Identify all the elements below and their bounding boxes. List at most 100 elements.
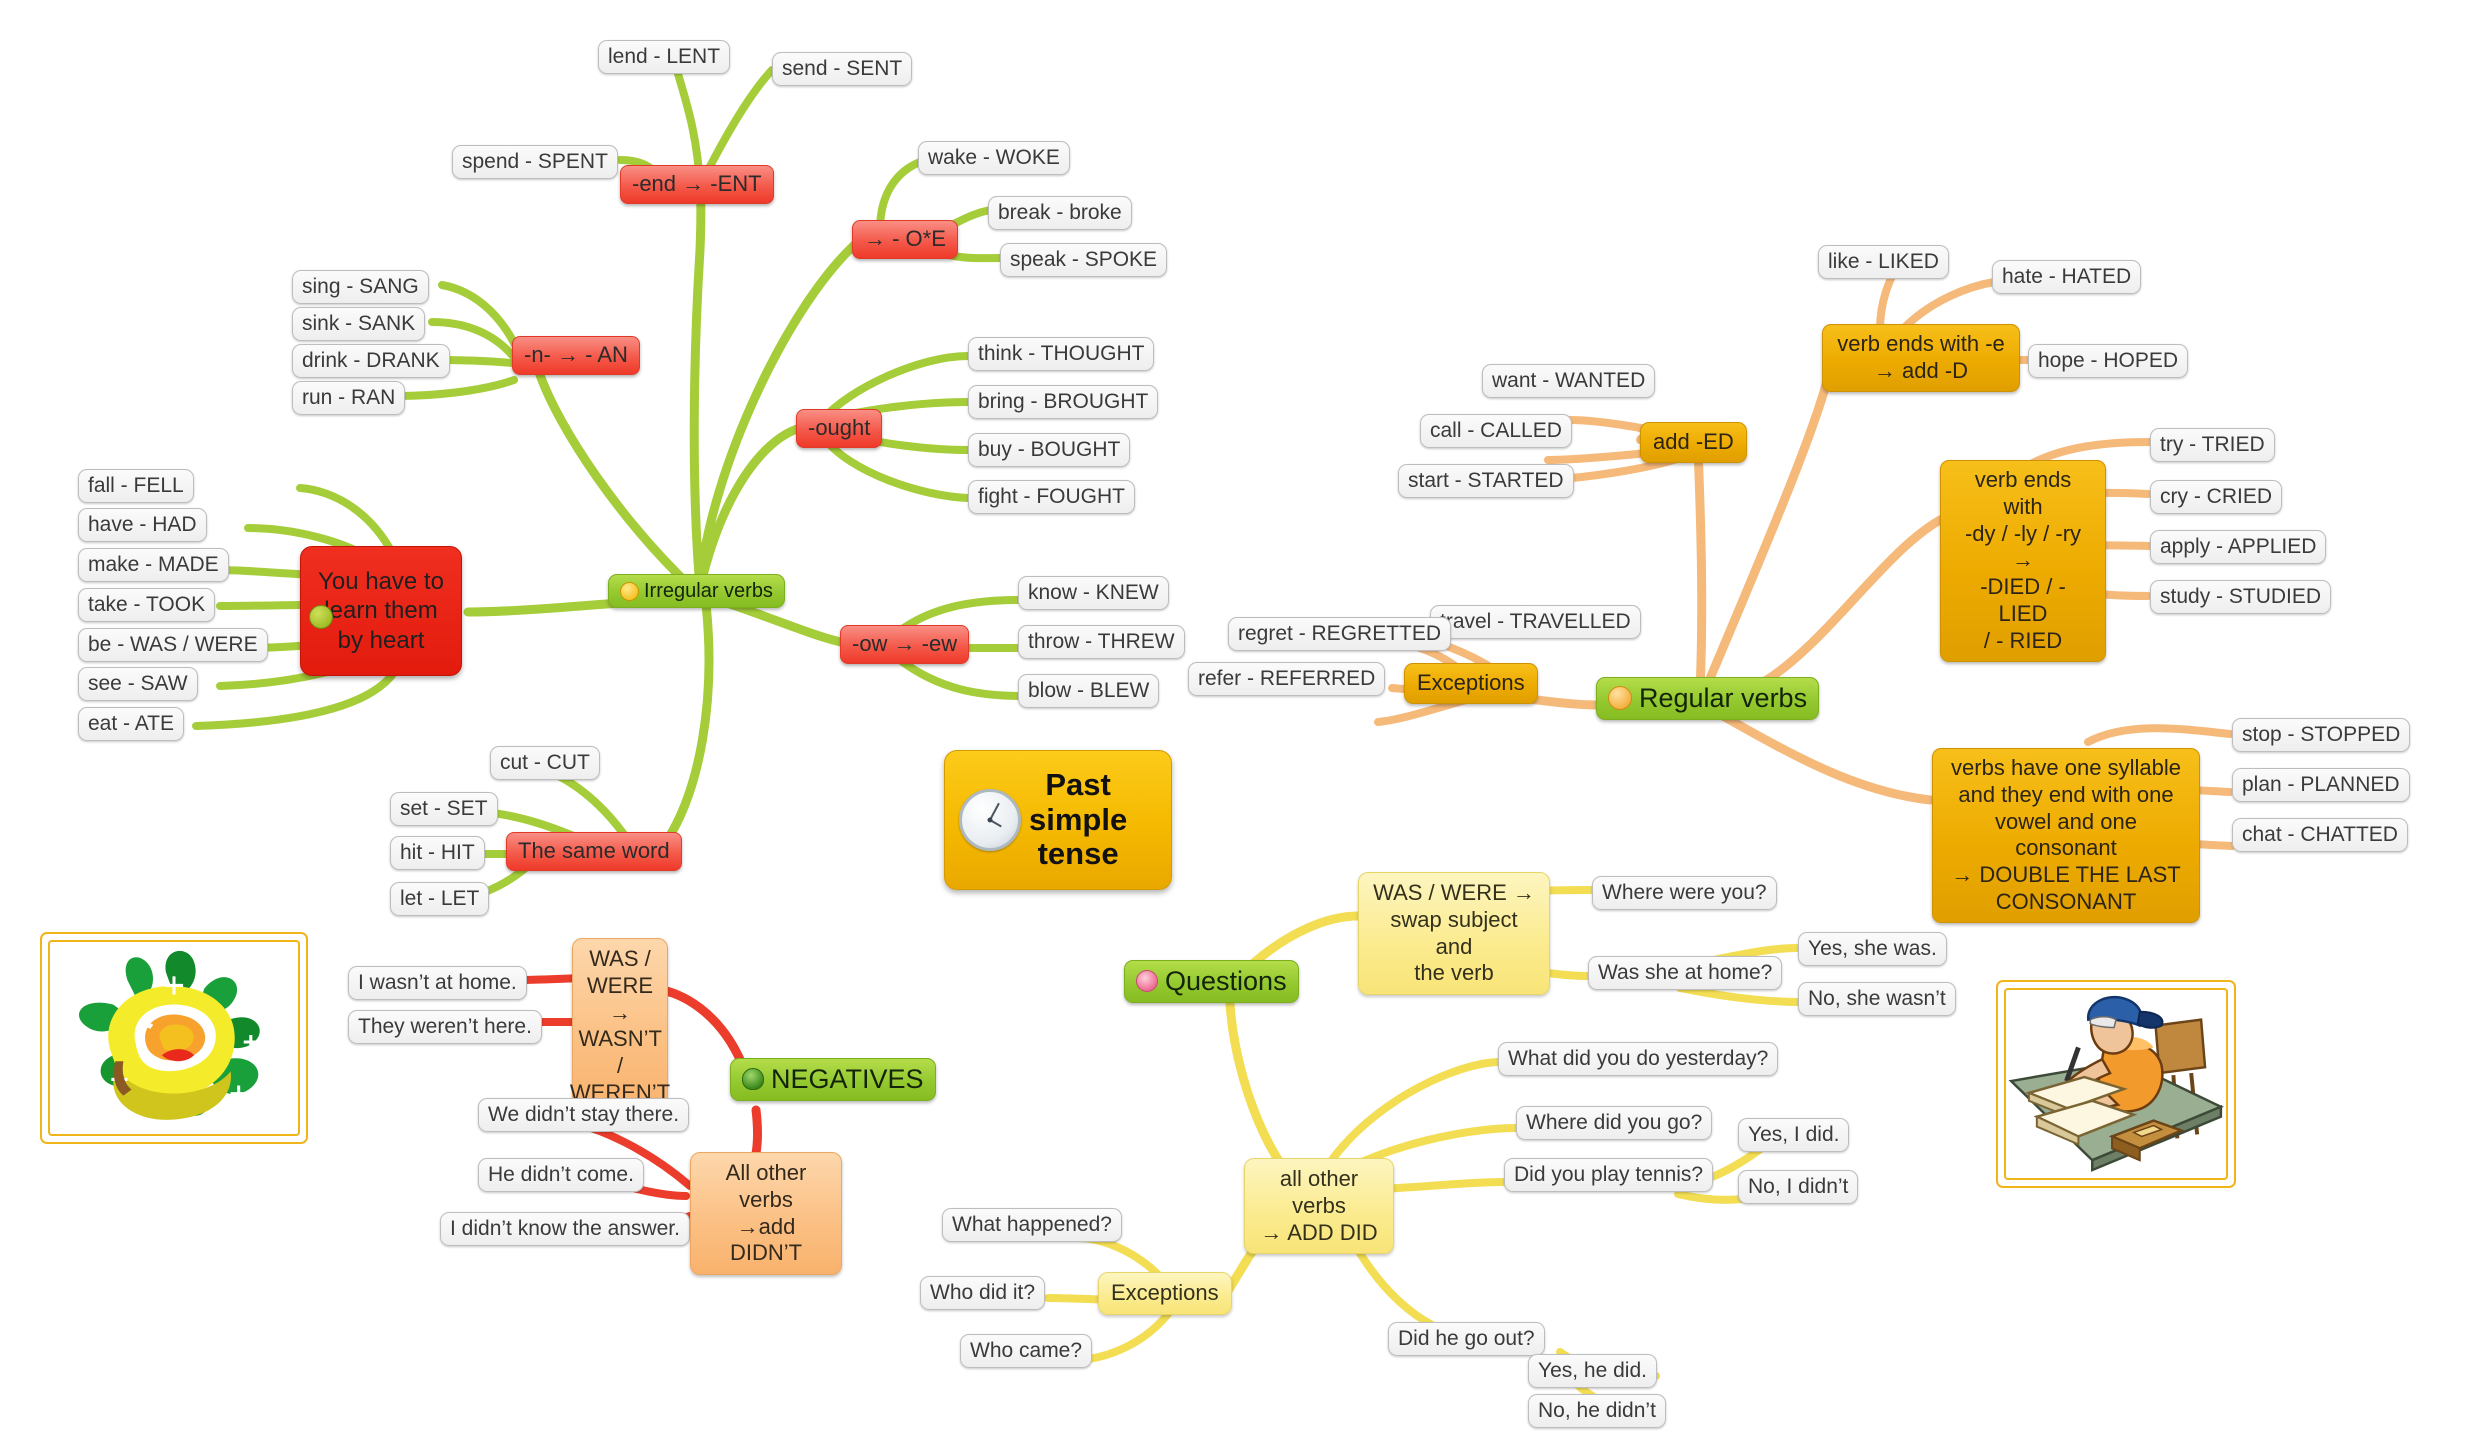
leaf-hope-hoped[interactable]: hope - HOPED xyxy=(2028,344,2189,378)
leaf-did-he-go-out[interactable]: Did he go out? xyxy=(1388,1322,1545,1356)
leaf-see-saw[interactable]: see - SAW xyxy=(78,667,198,701)
group-label-line3: WASN’T / xyxy=(578,1026,662,1079)
leaf-study-studied[interactable]: study - STUDIED xyxy=(2150,580,2332,614)
leaf-fight-fought[interactable]: fight - FOUGHT xyxy=(968,480,1136,514)
leaf-no-i-didnt[interactable]: No, I didn’t xyxy=(1738,1170,1859,1204)
leaf-they-werent-here[interactable]: They weren’t here. xyxy=(348,1010,542,1044)
leaf-yes-he-did[interactable]: Yes, he did. xyxy=(1528,1354,1657,1388)
leaf-what-did-you-do-yesterday[interactable]: What did you do yesterday? xyxy=(1498,1042,1779,1076)
group-end-ent[interactable]: -end → -ENT xyxy=(620,165,774,204)
leaf-have-had[interactable]: have - HAD xyxy=(78,508,207,542)
leaf-let-let[interactable]: let - LET xyxy=(390,882,490,916)
leaf-who-came[interactable]: Who came? xyxy=(960,1334,1093,1368)
branch-label: Questions xyxy=(1165,966,1287,996)
leaf-try-tried[interactable]: try - TRIED xyxy=(2150,428,2275,462)
clock-icon xyxy=(959,789,1021,851)
group-label-line2: and they end with one xyxy=(1958,781,2174,807)
tree-icon xyxy=(742,1068,764,1091)
group-ends-with-e[interactable]: verb ends with -e → add -D xyxy=(1822,324,2020,392)
leaf-travel-travelled[interactable]: travel - TRAVELLED xyxy=(1430,605,1641,639)
leaf-yes-i-did[interactable]: Yes, I did. xyxy=(1738,1118,1850,1152)
leaf-i-wasnt-at-home[interactable]: I wasn’t at home. xyxy=(348,966,527,1000)
root-label: Past simple tense xyxy=(1029,767,1128,872)
group-o-star-e[interactable]: → - O*E xyxy=(852,220,958,259)
group-was-were-wasnt-werent[interactable]: WAS / WERE → WASN’T / WEREN’T xyxy=(570,938,670,1115)
leaf-where-did-you-go[interactable]: Where did you go? xyxy=(1516,1106,1713,1140)
leaf-speak-spoke[interactable]: speak - SPOKE xyxy=(1000,243,1168,277)
root-label-line2: simple xyxy=(1029,801,1128,837)
branch-label: Irregular verbs xyxy=(644,580,773,602)
leaf-who-did-it[interactable]: Who did it? xyxy=(920,1276,1046,1310)
branch-regular-verbs[interactable]: Regular verbs xyxy=(1596,677,1820,720)
group-label-line1: You have to xyxy=(318,568,444,596)
leaf-blow-blew[interactable]: blow - BLEW xyxy=(1018,674,1160,708)
leaf-eat-ate[interactable]: eat - ATE xyxy=(78,707,184,741)
group-exceptions-regular[interactable]: Exceptions xyxy=(1404,663,1538,704)
leaf-refer-referred[interactable]: refer - REFERRED xyxy=(1188,662,1386,696)
group-ends-with-dy-ly-ry[interactable]: verb ends with -dy / -ly / -ry → -DIED /… xyxy=(1940,460,2106,662)
leaf-no-he-didnt[interactable]: No, he didn’t xyxy=(1528,1394,1666,1428)
leaf-chat-chatted[interactable]: chat - CHATTED xyxy=(2232,818,2408,852)
leaf-hate-hated[interactable]: hate - HATED xyxy=(1992,260,2142,294)
group-add-ed[interactable]: add -ED xyxy=(1640,422,1747,463)
student-clipart xyxy=(2004,988,2228,1180)
leaf-set-set[interactable]: set - SET xyxy=(390,792,498,826)
leaf-where-were-you[interactable]: Where were you? xyxy=(1592,876,1777,910)
leaf-fall-fell[interactable]: fall - FELL xyxy=(78,469,194,503)
leaf-apply-applied[interactable]: apply - APPLIED xyxy=(2150,530,2327,564)
leaf-yes-she-was[interactable]: Yes, she was. xyxy=(1798,932,1947,966)
leaf-what-happened[interactable]: What happened? xyxy=(942,1208,1122,1242)
leaf-break-broke[interactable]: break - broke xyxy=(988,196,1132,230)
branch-negatives[interactable]: NEGATIVES xyxy=(730,1058,936,1101)
leaf-know-knew[interactable]: know - KNEW xyxy=(1018,576,1169,610)
leaf-send-sent[interactable]: send - SENT xyxy=(772,52,913,86)
leaf-be-was-were[interactable]: be - WAS / WERE xyxy=(78,628,268,662)
leaf-regret-regretted[interactable]: regret - REGRETTED xyxy=(1228,617,1452,651)
leaf-cut-cut[interactable]: cut - CUT xyxy=(490,746,600,780)
group-all-other-verbs-add-did[interactable]: all other verbs → ADD DID xyxy=(1244,1158,1394,1255)
leaf-call-called[interactable]: call - CALLED xyxy=(1420,414,1572,448)
leaf-stop-stopped[interactable]: stop - STOPPED xyxy=(2232,718,2411,752)
leaf-did-you-play-tennis[interactable]: Did you play tennis? xyxy=(1504,1158,1714,1192)
leaf-run-ran[interactable]: run - RAN xyxy=(292,381,406,415)
leaf-i-didnt-know-the-answer[interactable]: I didn’t know the answer. xyxy=(440,1212,690,1246)
leaf-make-made[interactable]: make - MADE xyxy=(78,548,229,582)
group-exceptions-questions[interactable]: Exceptions xyxy=(1098,1272,1232,1315)
group-ow-ew[interactable]: -ow → -ew xyxy=(840,625,970,664)
group-same-word[interactable]: The same word xyxy=(506,832,682,871)
leaf-he-didnt-come[interactable]: He didn’t come. xyxy=(478,1158,644,1192)
leaf-lend-lent[interactable]: lend - LENT xyxy=(598,40,731,74)
group-label-line1: All other verbs xyxy=(725,1160,807,1212)
root-past-simple-tense[interactable]: Past simple tense xyxy=(944,750,1172,890)
sad-face-icon xyxy=(309,605,333,629)
group-n-an[interactable]: -n- → - AN xyxy=(512,336,640,375)
leaf-start-started[interactable]: start - STARTED xyxy=(1398,464,1574,498)
leaf-cry-cried[interactable]: cry - CRIED xyxy=(2150,480,2282,514)
group-all-other-verbs-didnt[interactable]: All other verbs →add DIDN’T xyxy=(690,1152,842,1276)
leaf-like-liked[interactable]: like - LIKED xyxy=(1818,245,1949,279)
leaf-wake-woke[interactable]: wake - WOKE xyxy=(918,141,1070,175)
leaf-was-she-at-home[interactable]: Was she at home? xyxy=(1588,956,1783,990)
branch-label: NEGATIVES xyxy=(771,1064,924,1094)
leaf-think-thought[interactable]: think - THOUGHT xyxy=(968,337,1155,371)
group-learn-by-heart[interactable]: You have to learn them by heart xyxy=(300,546,462,676)
leaf-want-wanted[interactable]: want - WANTED xyxy=(1482,364,1656,398)
leaf-spend-spent[interactable]: spend - SPENT xyxy=(452,145,618,179)
group-label-line4: → DOUBLE THE LAST xyxy=(1951,862,2181,888)
group-was-were-swap[interactable]: WAS / WERE → swap subject and the verb xyxy=(1358,872,1550,996)
leaf-we-didnt-stay-there[interactable]: We didn’t stay there. xyxy=(478,1098,690,1132)
leaf-hit-hit[interactable]: hit - HIT xyxy=(390,836,485,870)
leaf-buy-bought[interactable]: buy - BOUGHT xyxy=(968,433,1131,467)
leaf-no-she-wasnt[interactable]: No, she wasn’t xyxy=(1798,982,1956,1016)
group-ought[interactable]: -ought xyxy=(796,409,883,448)
leaf-sink-sank[interactable]: sink - SANK xyxy=(292,307,426,341)
leaf-bring-brought[interactable]: bring - BROUGHT xyxy=(968,385,1159,419)
leaf-sing-sang[interactable]: sing - SANG xyxy=(292,270,429,304)
branch-questions[interactable]: Questions xyxy=(1124,960,1299,1003)
group-one-syllable-double-consonant[interactable]: verbs have one syllable and they end wit… xyxy=(1932,748,2200,923)
branch-irregular-verbs[interactable]: Irregular verbs xyxy=(608,574,785,609)
leaf-throw-threw[interactable]: throw - THREW xyxy=(1018,625,1185,659)
leaf-plan-planned[interactable]: plan - PLANNED xyxy=(2232,768,2410,802)
leaf-drink-drank[interactable]: drink - DRANK xyxy=(292,344,450,378)
leaf-take-took[interactable]: take - TOOK xyxy=(78,588,216,622)
